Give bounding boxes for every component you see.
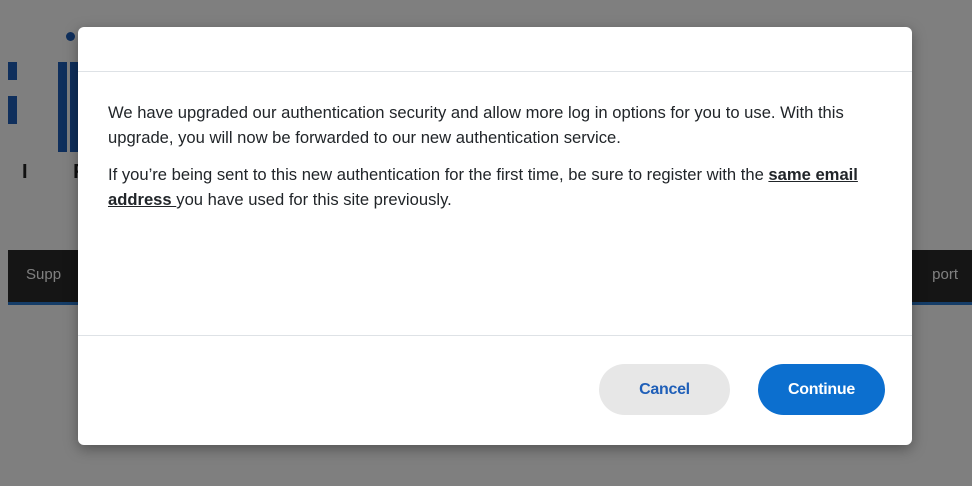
modal-body: We have upgraded our authentication secu… (78, 72, 912, 336)
modal-footer: Cancel Continue (78, 336, 912, 444)
continue-button[interactable]: Continue (758, 364, 885, 415)
register-text-after: you have used for this site previously. (176, 190, 452, 209)
register-text-before: If you’re being sent to this new authent… (108, 165, 769, 184)
upgrade-message: We have upgraded our authentication secu… (108, 103, 844, 147)
modal-header (78, 27, 912, 72)
register-instructions: If you’re being sent to this new authent… (108, 162, 884, 212)
cancel-button[interactable]: Cancel (599, 364, 730, 415)
auth-upgrade-dialog: We have upgraded our authentication secu… (78, 27, 912, 445)
